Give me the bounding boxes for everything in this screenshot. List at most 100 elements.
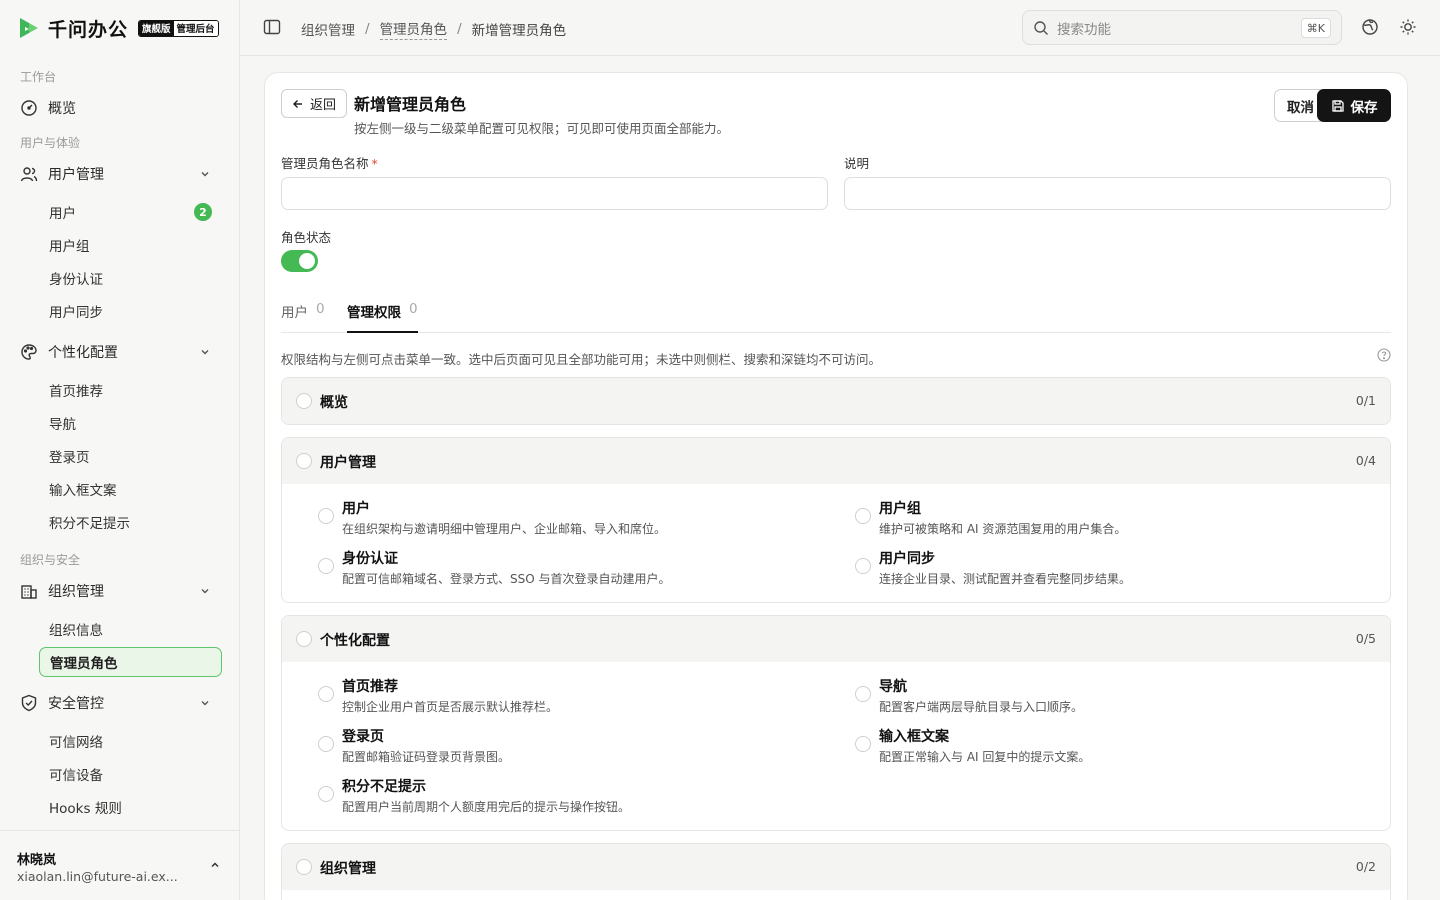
tab-users[interactable]: 用户 0 [281, 301, 325, 333]
sidebar-item-user-mgmt[interactable]: 用户管理 [20, 160, 219, 188]
edition-label: 旗舰版 [139, 20, 174, 36]
tab-count: 0 [409, 301, 418, 317]
group-count: 0/2 [1355, 859, 1376, 874]
tab-count: 0 [316, 301, 325, 317]
sidebar-item-trusted-devices[interactable]: 可信设备 [39, 759, 222, 789]
sidebar-item-label: Hooks 规则 [49, 801, 122, 817]
sidebar-item-user-sync[interactable]: 用户同步 [39, 296, 222, 326]
sidebar-item-security[interactable]: 安全管控 [20, 689, 219, 717]
description-label: 说明 [844, 156, 870, 171]
sidebar-item-org-mgmt[interactable]: 组织管理 [20, 577, 219, 605]
back-button[interactable]: 返回 [281, 89, 348, 118]
sidebar-item-trusted-network[interactable]: 可信网络 [39, 726, 222, 756]
sidebar-item-hooks-rules[interactable]: Hooks 规则 [39, 792, 222, 822]
arrow-left-icon [293, 99, 302, 108]
sidebar-item-label: 输入框文案 [49, 483, 117, 499]
chevron-down-icon [201, 701, 209, 706]
sidebar-item-label: 组织管理 [48, 584, 104, 600]
sidebar-item-label: 身份认证 [49, 272, 103, 288]
sidebar-toggle-icon[interactable] [263, 18, 281, 36]
palette-icon [20, 343, 38, 361]
permission-desc: 配置可信邮箱域名、登录方式、SSO 与首次登录自动建用户。 [342, 572, 671, 586]
sidebar-item-label: 积分不足提示 [49, 516, 130, 532]
search-input[interactable]: 搜索功能 ⌘K [1022, 10, 1342, 45]
sidebar-item-personalize[interactable]: 个性化配置 [20, 338, 219, 366]
permission-checkbox[interactable] [318, 786, 334, 802]
chevron-down-icon [201, 172, 209, 177]
breadcrumb-org-mgmt[interactable]: 组织管理 [301, 19, 355, 39]
sidebar-item-label: 用户管理 [48, 167, 104, 183]
group-header[interactable]: 组织管理 0/2 [282, 844, 1390, 890]
permission-title: 输入框文案 [879, 729, 949, 745]
breadcrumb-current: 新增管理员角色 [471, 23, 567, 39]
description-input[interactable] [844, 177, 1391, 210]
breadcrumb-separator: / [457, 21, 462, 37]
role-name-label-text: 管理员角色名称 [281, 156, 369, 171]
sidebar-item-user-groups[interactable]: 用户组 [39, 230, 222, 260]
user-email: xiaolan.lin@future-ai.ex... [17, 869, 178, 884]
brand-name: 千问办公 [48, 18, 129, 41]
permission-checkbox[interactable] [855, 736, 871, 752]
shield-icon [20, 694, 38, 712]
sidebar-item-login-page[interactable]: 登录页 [39, 441, 222, 471]
permission-desc: 维护可被策略和 AI 资源范围复用的用户集合。 [879, 522, 1127, 536]
permission-checkbox[interactable] [855, 558, 871, 574]
section-org-security: 组织与安全 [20, 553, 81, 567]
sidebar-item-home-recommend[interactable]: 首页推荐 [39, 375, 222, 405]
sidebar-item-label: 个性化配置 [48, 345, 118, 361]
role-form-card: 返回 新增管理员角色 按左侧一级与二级菜单配置可见权限；可见即可使用页面全部能力… [264, 72, 1408, 900]
permissions-hint: 权限结构与左侧可点击菜单一致。选中后页面可见且全部功能可用；未选中则侧栏、搜索和… [281, 352, 882, 367]
group-checkbox[interactable] [296, 859, 312, 875]
sidebar-item-label: 用户组 [49, 239, 90, 255]
sidebar-item-label: 安全管控 [48, 696, 104, 712]
permission-title: 首页推荐 [342, 679, 398, 695]
group-checkbox[interactable] [296, 393, 312, 409]
sidebar-item-navigation[interactable]: 导航 [39, 408, 222, 438]
group-title: 组织管理 [320, 861, 376, 877]
permission-desc: 配置用户当前周期个人额度用完后的提示与操作按钮。 [342, 800, 631, 814]
user-menu[interactable]: 林晓岚 xiaolan.lin@future-ai.ex... [0, 830, 239, 900]
group-title: 个性化配置 [320, 633, 390, 649]
permission-checkbox[interactable] [855, 508, 871, 524]
brand[interactable]: 千问办公 旗舰版 管理后台 [16, 14, 219, 42]
tab-permissions[interactable]: 管理权限 0 [347, 301, 418, 333]
sidebar-item-label: 概览 [48, 101, 76, 117]
globe-icon[interactable] [1361, 18, 1379, 36]
sidebar-item-overview[interactable]: 概览 [20, 94, 219, 122]
sidebar-item-label: 管理员角色 [50, 656, 118, 672]
group-header[interactable]: 个性化配置 0/5 [282, 616, 1390, 662]
breadcrumb-admin-roles[interactable]: 管理员角色 [379, 18, 448, 40]
permission-checkbox[interactable] [318, 686, 334, 702]
permission-checkbox[interactable] [318, 508, 334, 524]
sidebar-item-label: 首页推荐 [49, 384, 103, 400]
group-checkbox[interactable] [296, 631, 312, 647]
sidebar-item-label: 登录页 [49, 450, 90, 466]
sidebar-item-users[interactable]: 用户 2 [39, 197, 222, 227]
role-name-input[interactable] [281, 177, 828, 210]
chevron-down-icon [201, 350, 209, 355]
group-checkbox[interactable] [296, 453, 312, 469]
user-name: 林晓岚 [17, 853, 57, 868]
section-workspace: 工作台 [20, 70, 57, 84]
permission-title: 身份认证 [342, 551, 398, 567]
sidebar-item-identity[interactable]: 身份认证 [39, 263, 222, 293]
permission-desc: 连接企业目录、测试配置并查看完整同步结果。 [879, 572, 1132, 586]
topbar: 组织管理 / 管理员角色 / 新增管理员角色 搜索功能 ⌘K [240, 0, 1440, 56]
sidebar-item-admin-roles[interactable]: 管理员角色 [39, 647, 222, 677]
permission-checkbox[interactable] [855, 686, 871, 702]
sidebar-item-label: 用户 [49, 206, 76, 222]
sidebar-item-low-credits[interactable]: 积分不足提示 [39, 507, 222, 537]
permission-checkbox[interactable] [318, 558, 334, 574]
permission-group-personalize: 个性化配置 0/5 首页推荐 控制企业用户首页是否展示默认推荐栏。 导航 配置客… [281, 615, 1391, 831]
help-icon[interactable] [1377, 348, 1391, 362]
permission-checkbox[interactable] [318, 736, 334, 752]
sidebar-item-input-copy[interactable]: 输入框文案 [39, 474, 222, 504]
role-status-toggle[interactable] [281, 250, 318, 272]
group-header[interactable]: 概览 0/1 [282, 378, 1390, 424]
sun-icon[interactable] [1399, 18, 1417, 36]
save-button[interactable]: 保存 [1317, 89, 1391, 122]
group-header[interactable]: 用户管理 0/4 [282, 438, 1390, 484]
sidebar-item-org-info[interactable]: 组织信息 [39, 614, 222, 644]
breadcrumb-separator: / [365, 21, 370, 37]
back-label: 返回 [310, 98, 337, 113]
